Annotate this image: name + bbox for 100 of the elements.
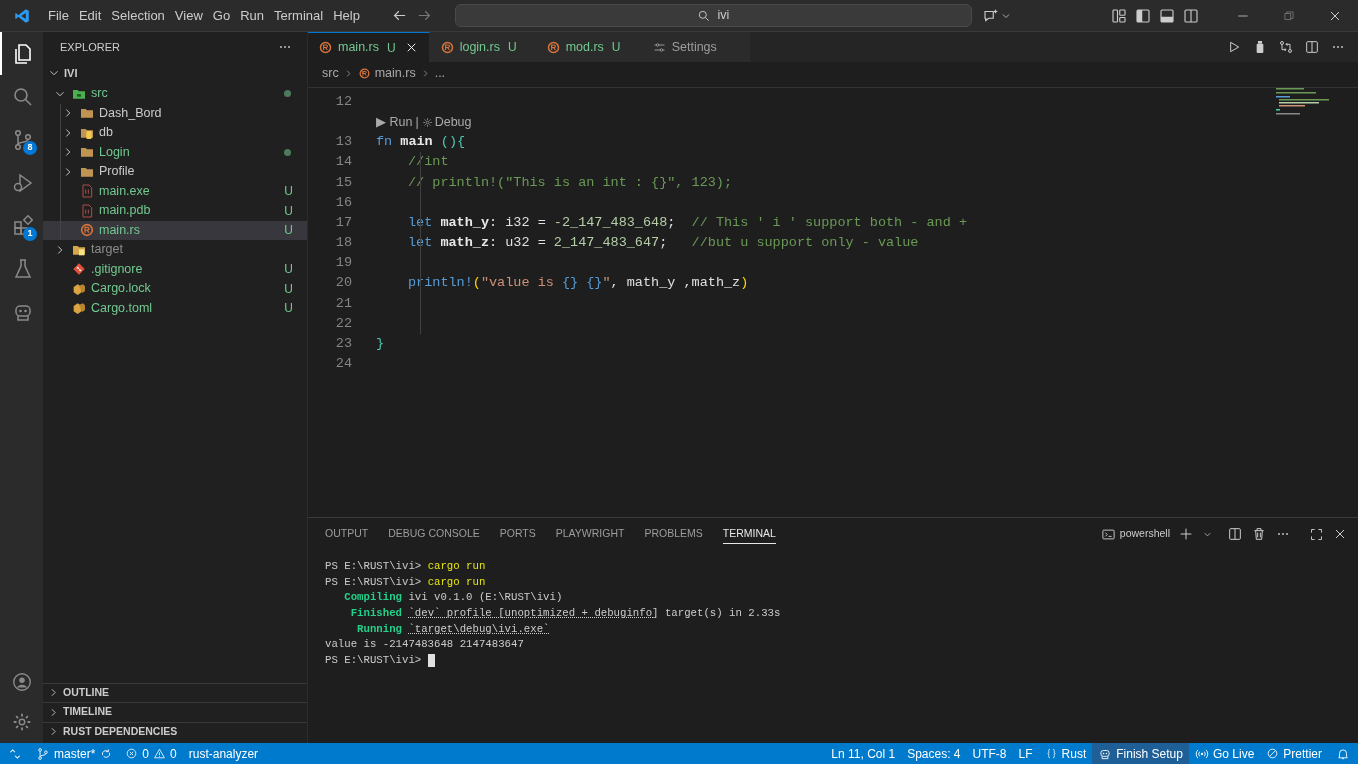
layout-icon[interactable] <box>1110 6 1128 25</box>
line-number: 15 <box>334 173 352 192</box>
restore-icon[interactable] <box>1282 8 1296 23</box>
tree-item[interactable]: Cargo.toml U <box>43 298 307 318</box>
trash-icon[interactable] <box>1251 526 1267 542</box>
tree-item[interactable]: Cargo.lock U <box>43 279 307 299</box>
status-item[interactable]: Prettier <box>1260 743 1328 764</box>
branch-icon <box>36 746 50 761</box>
panel-tab[interactable]: DEBUG CONSOLE <box>388 524 480 544</box>
breadcrumb-item[interactable]: src <box>322 63 339 83</box>
line-number: 19 <box>334 254 352 273</box>
codelens-separator: | <box>415 113 419 131</box>
menu-item[interactable]: Selection <box>106 3 170 28</box>
menu-item[interactable]: Edit <box>73 3 107 28</box>
editor-tab[interactable]: main.rs U <box>308 32 430 62</box>
plus-icon[interactable] <box>1178 526 1194 542</box>
rust-file-icon <box>439 39 455 55</box>
section-title: RUST DEPENDENCIES <box>63 723 178 739</box>
menu-item[interactable]: Go <box>207 3 236 28</box>
activity-bar-item[interactable]: 8 <box>0 118 43 161</box>
activity-bar-item[interactable]: 1 <box>0 204 43 247</box>
toggle-secondary-sidebar-icon[interactable] <box>1182 6 1200 25</box>
editor-tab[interactable]: mod.rs U <box>535 32 642 62</box>
panel-tab[interactable]: PROBLEMS <box>644 524 703 544</box>
binary-file-icon <box>79 202 95 219</box>
section-header[interactable]: OUTLINE <box>43 682 307 702</box>
git-status: U <box>284 202 293 220</box>
status-item[interactable]: 0 0 <box>119 743 183 764</box>
status-item[interactable]: UTF-8 <box>966 743 1013 764</box>
tree-item[interactable]: db <box>43 123 307 143</box>
split-terminal-icon[interactable] <box>1227 526 1243 542</box>
menu-item[interactable]: Help <box>328 3 365 28</box>
menu-item[interactable]: Terminal <box>269 3 329 28</box>
breadcrumb-item[interactable]: ... <box>434 63 446 83</box>
toggle-panel-icon[interactable] <box>1158 6 1176 25</box>
panel-tab[interactable]: PLAYWRIGHT <box>555 524 625 544</box>
line-number: 21 <box>334 294 352 313</box>
file-name: Dash_Bord <box>99 104 162 122</box>
status-item[interactable]: Go Live <box>1188 743 1261 764</box>
tree-header[interactable]: IVI <box>43 62 307 84</box>
broadcast-icon <box>1194 746 1209 761</box>
status-item[interactable]: LF <box>1012 743 1039 764</box>
terminal-selector[interactable]: powershell <box>1100 526 1170 542</box>
editor-tab[interactable]: login.rs U <box>429 32 536 62</box>
tab-label: login.rs <box>459 38 500 56</box>
tree-item[interactable]: src <box>43 84 307 104</box>
tab-label: Settings <box>671 38 717 56</box>
tree-item[interactable]: Login <box>43 142 307 162</box>
tree-item[interactable]: main.pdb U <box>43 201 307 221</box>
binary-file-icon <box>79 183 95 200</box>
section-header[interactable]: TIMELINE <box>43 702 307 722</box>
git-status: U <box>507 39 517 56</box>
rust-file-icon <box>318 40 333 55</box>
line-number: 16 <box>334 193 352 212</box>
menu-item[interactable]: Run <box>235 3 269 28</box>
code-line: //int <box>408 153 449 172</box>
breadcrumb-item[interactable]: main.rs <box>374 63 416 83</box>
search-icon <box>697 8 712 23</box>
editor-tab[interactable]: Settings <box>641 32 750 62</box>
file-name: db <box>99 124 113 142</box>
line-number: 14 <box>334 153 352 172</box>
run-codelens-link[interactable]: ▶ Run <box>376 112 413 132</box>
tree-item[interactable]: Profile <box>43 162 307 182</box>
package-icon <box>71 300 87 317</box>
file-name: main.pdb <box>99 202 151 220</box>
terminal-cursor <box>427 654 435 668</box>
tree-item[interactable]: main.rs U <box>43 220 307 240</box>
split-editor-icon[interactable] <box>1304 39 1320 55</box>
terminal-line: Finished `dev` profile [unoptimized + debuginfo] target(s) in 2.33s <box>349 606 781 622</box>
compare-icon[interactable] <box>1278 39 1294 55</box>
status-item[interactable]: rust-analyzer <box>182 743 265 764</box>
debug-codelens-link[interactable]: Debug <box>421 112 472 132</box>
section-header[interactable]: RUST DEPENDENCIES <box>43 721 307 741</box>
menu-item[interactable]: View <box>169 3 208 28</box>
git-status: U <box>284 222 293 240</box>
section-title: OUTLINE <box>63 684 110 700</box>
line-number: 22 <box>334 314 352 333</box>
line-number: 23 <box>334 335 352 354</box>
panel-tab[interactable]: OUTPUT <box>325 524 369 544</box>
status-item[interactable]: Ln 11, Col 1 <box>825 743 902 764</box>
account-icon[interactable] <box>10 671 33 693</box>
tree-item[interactable]: .gitignore U <box>43 259 307 279</box>
maximize-icon[interactable] <box>1309 526 1324 542</box>
toggle-sidebar-icon[interactable] <box>1134 6 1152 25</box>
panel-tab[interactable]: PORTS <box>499 524 536 544</box>
menu-item[interactable]: File <box>43 3 74 28</box>
tree-item[interactable]: target <box>43 240 307 260</box>
line-number: 12 <box>334 92 352 111</box>
panel-tab[interactable]: TERMINAL <box>722 524 776 544</box>
git-status: U <box>284 183 293 201</box>
git-status: U <box>387 39 396 57</box>
status-item[interactable]: Finish Setup <box>1092 743 1189 764</box>
command-center-search[interactable]: ivi <box>454 4 972 27</box>
terminal-line: Running `target\debug\ivi.exe` <box>356 621 550 637</box>
tree-item[interactable]: main.exe U <box>43 181 307 201</box>
file-name: target <box>91 241 123 259</box>
status-item[interactable]: Spaces: 4 <box>901 743 967 764</box>
tree-item[interactable]: Dash_Bord <box>43 103 307 123</box>
status-item[interactable]: Rust <box>1038 743 1093 764</box>
status-item[interactable]: master* <box>30 743 120 764</box>
